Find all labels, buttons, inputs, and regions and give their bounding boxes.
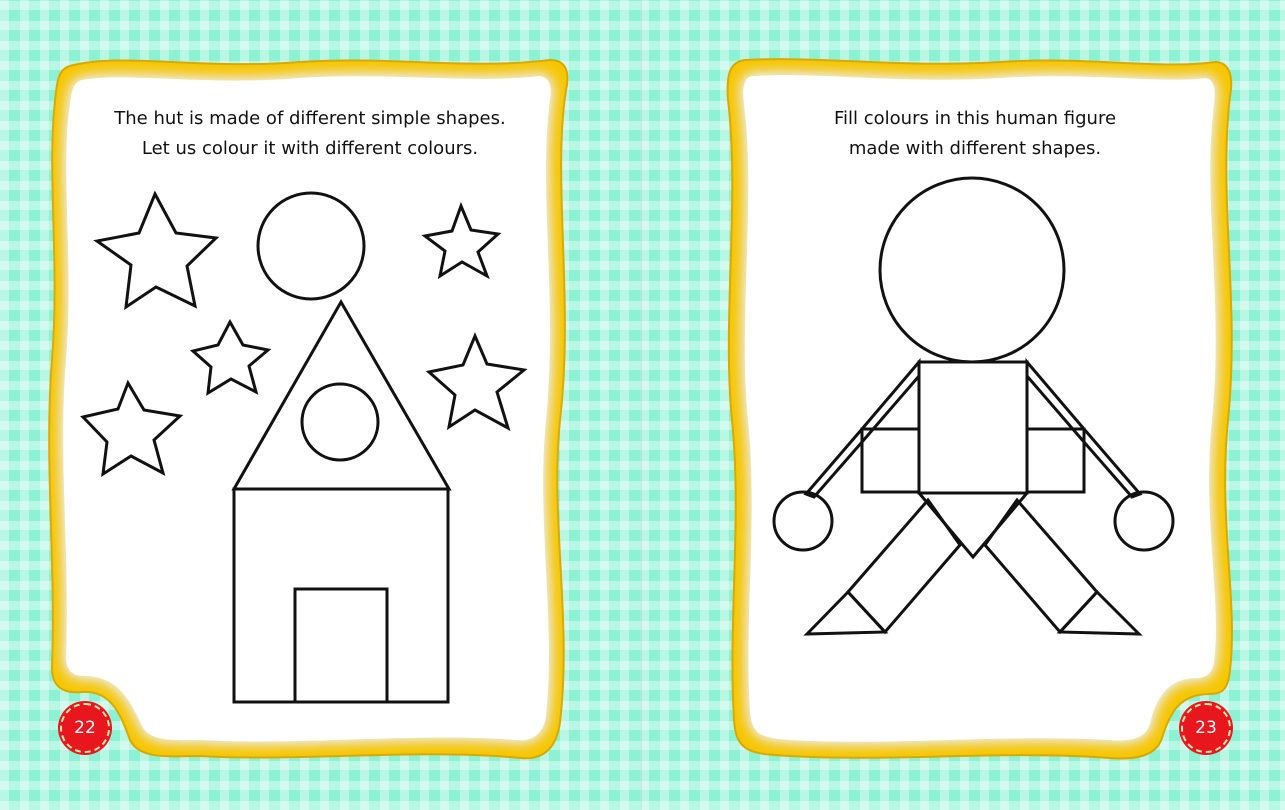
hut-door-rectangle — [293, 587, 389, 704]
star-shape — [189, 318, 272, 396]
hut-figure — [80, 190, 528, 704]
left-foot-triangle — [803, 589, 889, 636]
page-number-badge-right: 23 — [1181, 703, 1231, 753]
right-foot-triangle — [1056, 589, 1143, 636]
star-shape — [80, 379, 184, 477]
right-hand-circle — [1113, 490, 1175, 552]
human-figure — [772, 176, 1175, 636]
sun-circle-shape — [256, 191, 366, 301]
page-number-badge-left: 22 — [60, 703, 110, 753]
hut-window-circle — [300, 382, 380, 462]
right-sleeve-rectangle — [1025, 427, 1086, 494]
star-shape — [421, 201, 502, 280]
star-shape — [425, 332, 528, 432]
head-circle-shape — [878, 176, 1066, 364]
waist-triangle-shape — [915, 491, 1031, 560]
star-shape — [93, 190, 220, 311]
hut-wall-rectangle — [232, 487, 450, 704]
left-hand-circle — [772, 490, 834, 552]
left-sleeve-rectangle — [860, 427, 921, 494]
body-square-shape — [917, 360, 1029, 495]
